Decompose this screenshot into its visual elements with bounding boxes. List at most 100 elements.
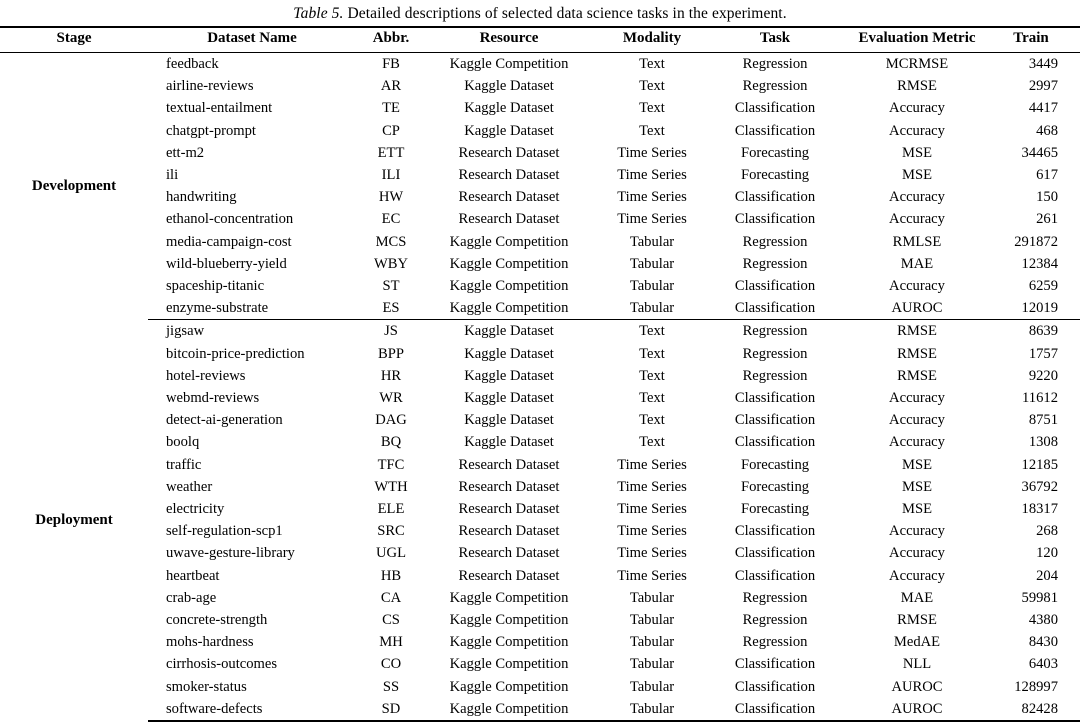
data-table: Stage Dataset Name Abbr. Resource Modali… [0,26,1080,722]
resource-cell: Research Dataset [458,478,560,495]
metric-cell: MSE [901,456,932,473]
train-cell: 261 [1036,211,1058,228]
dataset-name-cell: webmd-reviews [166,390,260,407]
dataset-name-cell: chatgpt-prompt [166,122,256,139]
abbr-cell: DAG [375,412,407,429]
table-head: Stage Dataset Name Abbr. Resource Modali… [0,26,1080,53]
modality-cell: Text [639,122,665,139]
metric-cell: MSE [901,167,932,184]
abbr-cell: WBY [373,255,409,272]
abbr-cell: AR [380,78,402,95]
abbr-cell: ES [356,297,426,321]
metric-cell: Accuracy [889,567,945,584]
valid-cell: 32430 [1066,231,1080,253]
valid-cell: 1335 [1066,297,1080,321]
task-cell: Classification [712,297,838,321]
train-cell: 120 [1036,545,1058,562]
abbr-cell: MCS [375,233,407,250]
abbr-cell: WTH [374,478,408,495]
resource-cell: Kaggle Dataset [464,100,554,117]
task-cell: Regression [742,323,808,340]
modality-cell: Time Series [617,523,687,540]
table-row: smoker-status SS Kaggle Competition Tabular… [0,676,1080,698]
abbr-cell: HW [378,189,404,206]
table-row: uwave-gesture-library UGL Research Dataset… [0,542,1080,564]
metric-cell: MAE [900,589,934,606]
modality-cell: Time Series [617,189,687,206]
stage-cell: Deployment [35,512,113,529]
dataset-name-cell: traffic [166,456,202,473]
column-header-resource: Resource [426,26,592,53]
modality-cell: Text [639,412,665,429]
valid-cell: 695 [1066,275,1080,297]
modality-cell: Tabular [629,612,675,629]
abbr-cell: CP [382,122,400,139]
table-row: Development feedback FB Kaggle Competition T… [0,53,1080,194]
valid-cell: 6664 [1066,587,1080,609]
modality-cell: Time Series [617,167,687,184]
metric-cell: RMSE [897,78,937,95]
modality-cell: Tabular [629,255,675,272]
abbr-cell: UGL [376,545,406,562]
abbr-cell: FB [382,56,400,72]
abbr-cell: JS [384,323,398,340]
task-cell: Forecasting [740,456,810,473]
column-header-metric: Evaluation Metric [838,26,996,53]
table-row: media-campaign-cost MCS Kaggle Competition… [0,231,1080,253]
valid-cell: 11521 [1066,142,1080,164]
train-cell: 204 [1036,567,1058,584]
table-page: Table 5. Detailed descriptions of select… [0,0,1080,722]
abbr-cell: SRC [377,523,405,540]
train-cell: 268 [1036,523,1058,540]
resource-cell: Research Dataset [458,545,560,562]
task-cell: Classification [734,434,816,451]
train-cell: 36792 [1021,478,1058,495]
valid-cell: 5271 [1066,476,1080,498]
table-row: self-regulation-scp1 SRC Research Dataset T… [0,520,1080,542]
modality-cell: Text [639,78,665,95]
dataset-name-cell: wild-blueberry-yield [166,255,287,272]
column-header-task: Task [712,26,838,53]
abbr-cell: TFC [377,456,405,473]
metric-cell: RMSE [897,345,937,362]
valid-cell: 0 [1066,208,1080,230]
dataset-name-cell: cirrhosis-outcomes [166,656,278,673]
abbr-cell: HB [380,567,402,584]
column-header-name: Dataset Name [148,26,356,53]
metric-cell: AUROC [838,697,996,722]
valid-cell: 959 [1066,320,1080,343]
column-header-modality: Modality [592,26,712,53]
task-cell: Regression [742,345,808,362]
task-cell: Regression [742,612,808,629]
modality-cell: Tabular [629,656,675,673]
table-row: chatgpt-prompt CP Kaggle Dataset Text Classi… [0,120,1080,142]
abbr-cell: CS [382,612,400,629]
table-row: airline-reviews AR Kaggle Dataset Text Regre… [0,75,1080,97]
metric-cell: MSE [901,144,932,161]
table-row: boolq BQ Kaggle Dataset Text Classification A… [0,431,1080,453]
modality-cell: Text [639,323,665,340]
train-cell: 9220 [1028,367,1058,384]
stage-cell: Development [31,178,117,195]
train-cell: 11612 [1022,390,1058,407]
task-cell: Classification [734,656,816,673]
task-cell: Regression [742,634,808,651]
table-row: heartbeat HB Research Dataset Time Series Cl… [0,565,1080,587]
task-cell: Classification [734,390,816,407]
dataset-name-cell: jigsaw [166,323,205,340]
dataset-name-cell: detect-ai-generation [166,412,283,429]
valid-cell: 0 [1066,565,1080,587]
task-cell: Regression [742,367,808,384]
task-cell: Forecasting [740,478,810,495]
train-cell: 128997 [1014,678,1058,695]
task-cell: Classification [734,678,816,695]
modality-cell: Text [639,345,665,362]
dataset-name-cell: smoker-status [166,678,247,695]
task-cell: Regression [742,56,808,72]
train-cell: 3449 [1028,56,1058,72]
resource-cell: Research Dataset [458,567,560,584]
modality-cell: Time Series [617,144,687,161]
valid-cell: 195 [1066,343,1080,365]
dataset-name-cell: spaceship-titanic [166,278,265,295]
train-cell: 150 [1036,189,1058,206]
